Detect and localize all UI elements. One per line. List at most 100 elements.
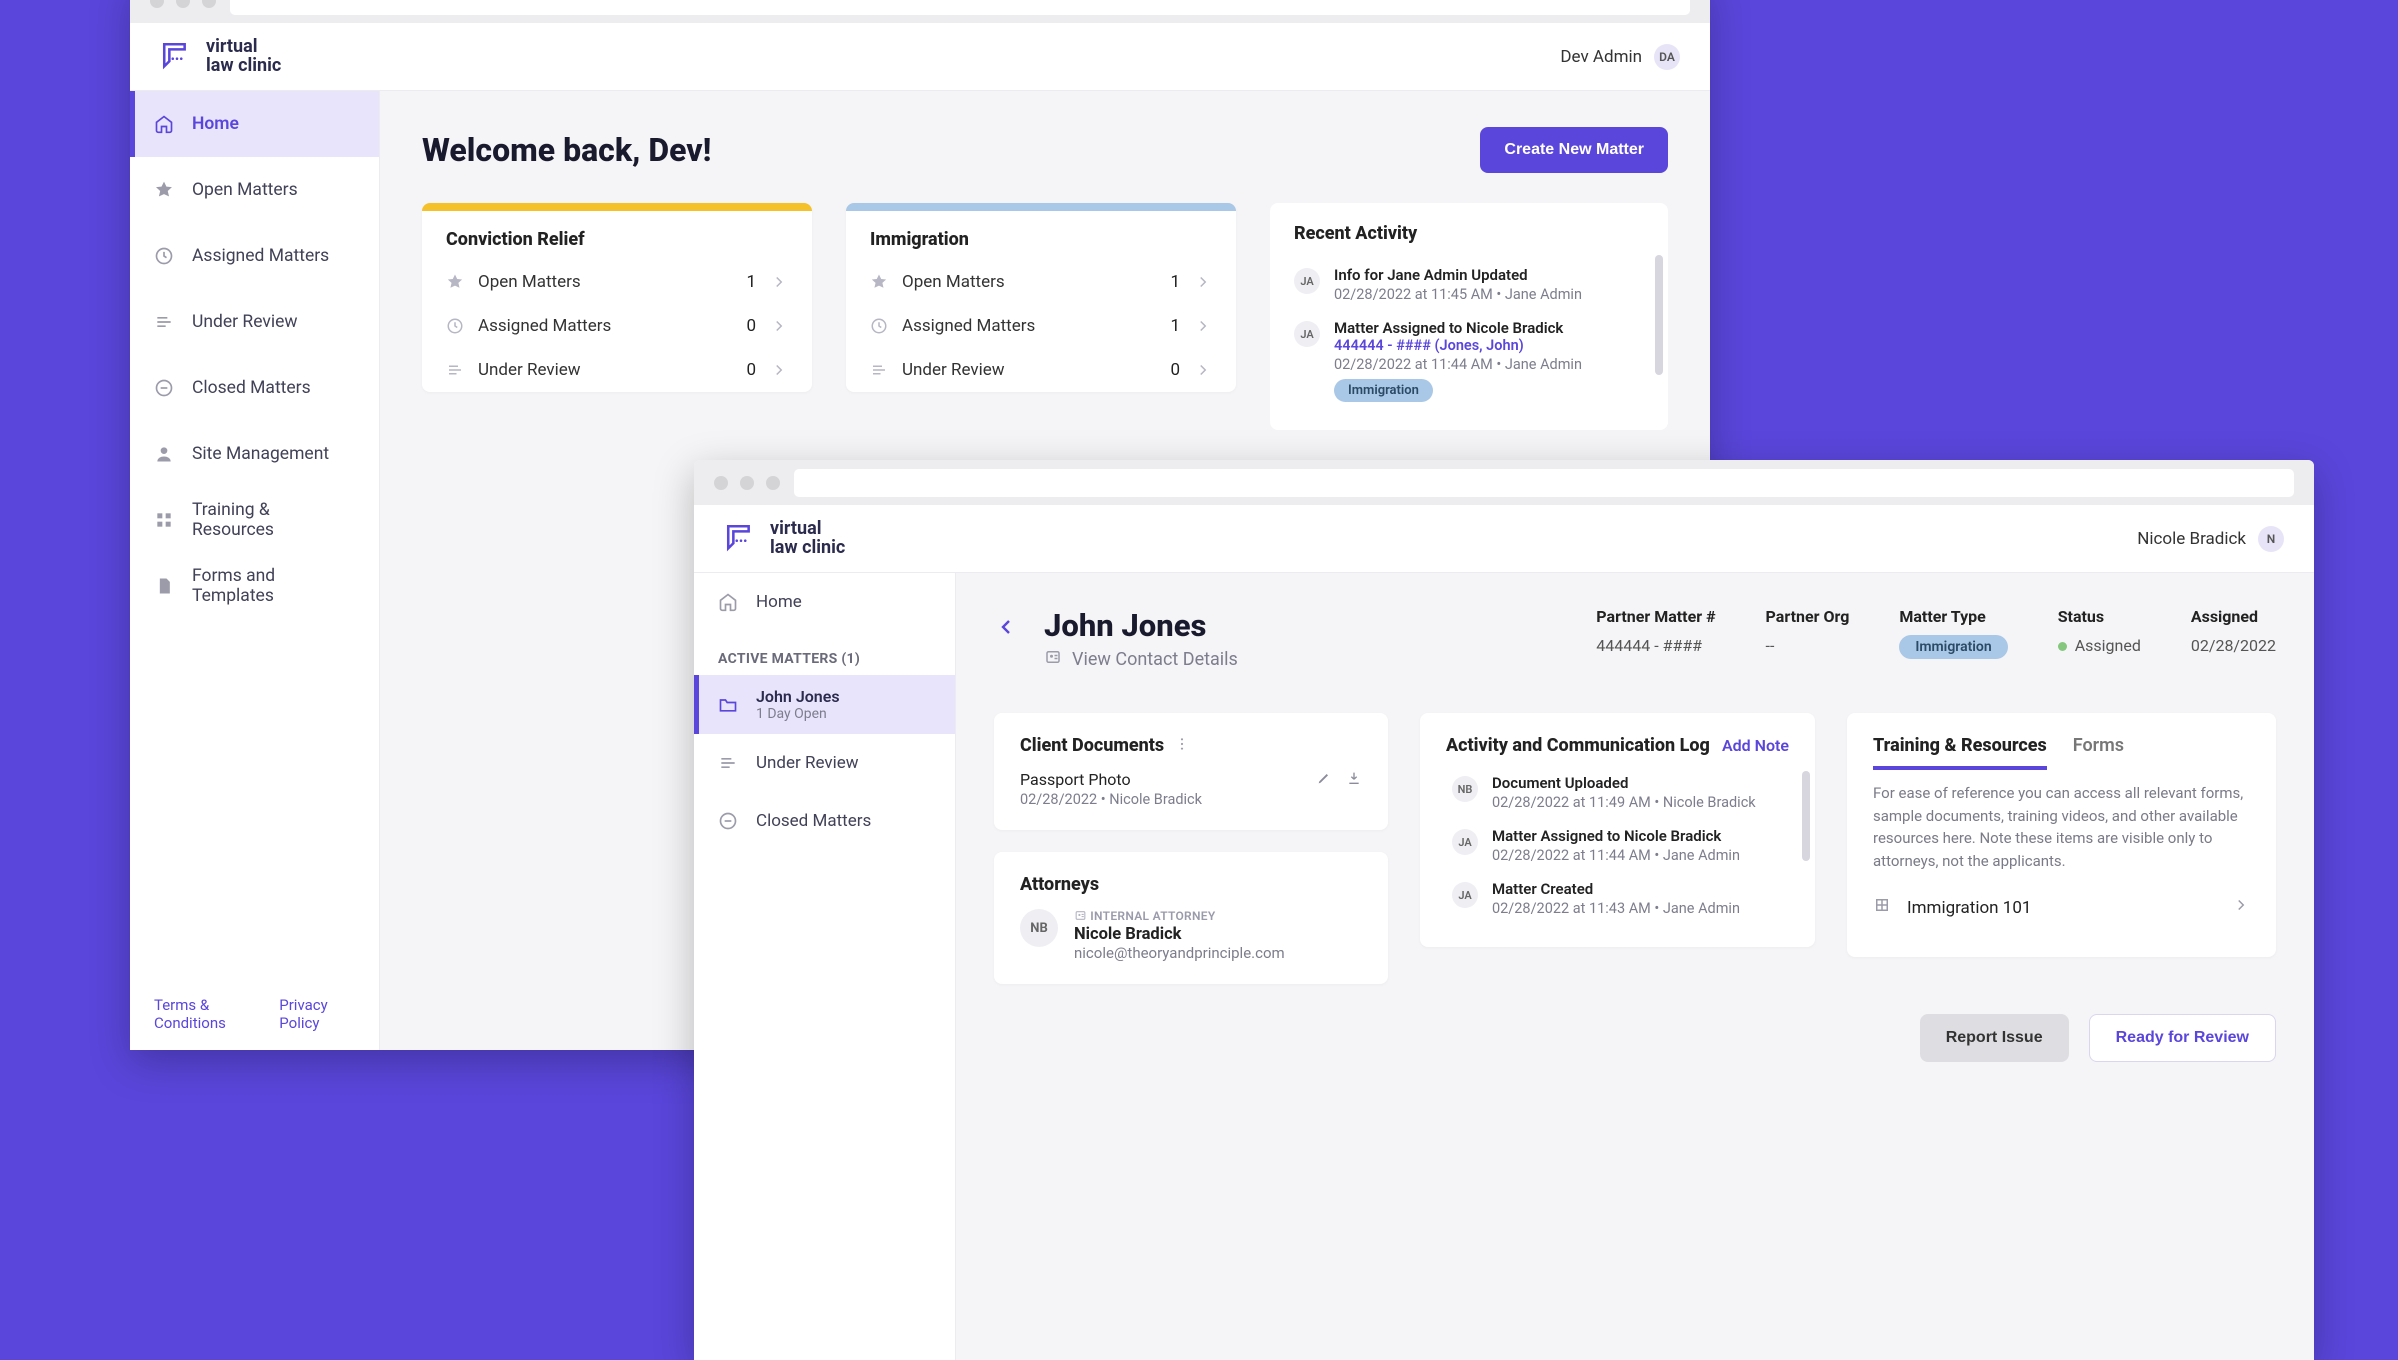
- matter-header: John Jones View Contact Details Partner …: [994, 607, 2276, 671]
- report-issue-button[interactable]: Report Issue: [1920, 1014, 2069, 1062]
- header-user[interactable]: Nicole Bradick N: [2137, 526, 2284, 552]
- terms-link[interactable]: Terms & Conditions: [154, 996, 261, 1032]
- matter-client-name: John Jones: [1044, 607, 1238, 644]
- home-icon: [154, 114, 174, 134]
- document-row[interactable]: Passport Photo 02/28/2022 • Nicole Bradi…: [1020, 770, 1362, 808]
- stat-count: 1: [1154, 316, 1180, 336]
- brand-logo[interactable]: virtuallaw clinic: [160, 38, 281, 76]
- card-stripe: [846, 203, 1236, 211]
- add-note-link[interactable]: Add Note: [1722, 736, 1789, 755]
- sidebar-item-closed-matters[interactable]: Closed Matters: [694, 792, 955, 850]
- activity-title: Matter Assigned to Nicole Bradick: [1492, 827, 1740, 845]
- activity-title: Matter Assigned to Nicole Bradick: [1334, 319, 1582, 337]
- more-icon[interactable]: [1174, 736, 1190, 756]
- edit-icon[interactable]: [1316, 770, 1332, 790]
- logo-text: virtuallaw clinic: [206, 38, 281, 76]
- stat-row[interactable]: Open Matters 1: [846, 260, 1236, 304]
- meta-label: Partner Org: [1766, 607, 1850, 626]
- sidebar-item-label: Forms and Templates: [192, 566, 355, 606]
- chevron-right-icon: [1194, 317, 1212, 335]
- contact-icon: [1044, 648, 1062, 671]
- status-dot-icon: [2058, 642, 2067, 651]
- tab-forms[interactable]: Forms: [2073, 735, 2124, 770]
- stat-row[interactable]: Open Matters 1: [422, 260, 812, 304]
- activity-item[interactable]: NB Document Uploaded 02/28/2022 at 11:49…: [1446, 766, 1789, 819]
- resources-panel: Training & Resources Forms For ease of r…: [1847, 713, 2276, 957]
- traffic-dot: [740, 476, 754, 490]
- header-user[interactable]: Dev Admin DA: [1560, 44, 1680, 70]
- meta-partner-org: Partner Org --: [1766, 607, 1850, 655]
- meta-partner-matter: Partner Matter # 444444 - ####: [1596, 607, 1715, 655]
- panel-title: Attorneys: [1020, 874, 1362, 895]
- activity-link[interactable]: 444444 - #### (Jones, John): [1334, 337, 1582, 354]
- chevron-right-icon: [2232, 896, 2250, 919]
- sidebar-item-label: Site Management: [192, 444, 329, 464]
- clock-icon: [446, 317, 464, 335]
- chevron-right-icon: [770, 273, 788, 291]
- sidebar-matter-item[interactable]: John Jones 1 Day Open: [694, 675, 955, 734]
- sidebar-item-home[interactable]: Home: [694, 573, 955, 631]
- recent-activity-title: Recent Activity: [1288, 223, 1650, 244]
- activity-title: Matter Created: [1492, 880, 1740, 898]
- address-bar[interactable]: [230, 0, 1690, 15]
- activity-meta: 02/28/2022 at 11:43 AM • Jane Admin: [1492, 900, 1740, 917]
- matter-type-pill: Immigration: [1899, 635, 2007, 659]
- sidebar-item-closed-matters[interactable]: Closed Matters: [130, 355, 379, 421]
- card-title: Immigration: [846, 211, 1236, 260]
- sidebar-item-under-review[interactable]: Under Review: [130, 289, 379, 355]
- document-meta: 02/28/2022 • Nicole Bradick: [1020, 791, 1362, 808]
- review-icon: [718, 753, 738, 773]
- activity-item[interactable]: JA Matter Assigned to Nicole Bradick 02/…: [1446, 819, 1789, 872]
- brand-logo[interactable]: virtuallaw clinic: [724, 520, 845, 558]
- sidebar-item-training[interactable]: Training & Resources: [130, 487, 379, 553]
- activity-item[interactable]: JA Matter Assigned to Nicole Bradick 444…: [1288, 311, 1650, 410]
- scrollbar-thumb[interactable]: [1802, 771, 1810, 861]
- sidebar-footer: Terms & Conditions Privacy Policy: [130, 978, 379, 1050]
- sidebar-item-forms[interactable]: Forms and Templates: [130, 553, 379, 619]
- activity-log-panel: Activity and Communication Log Add Note …: [1420, 713, 1815, 947]
- status-value: Assigned: [2075, 636, 2141, 655]
- stat-label: Assigned Matters: [478, 316, 716, 336]
- tab-training[interactable]: Training & Resources: [1873, 735, 2047, 770]
- download-icon[interactable]: [1346, 770, 1362, 790]
- document-title: Passport Photo: [1020, 770, 1362, 789]
- privacy-link[interactable]: Privacy Policy: [279, 996, 355, 1032]
- ready-for-review-button[interactable]: Ready for Review: [2089, 1014, 2276, 1062]
- document-icon: [154, 576, 174, 596]
- sidebar-item-home[interactable]: Home: [130, 91, 379, 157]
- activity-item[interactable]: JA Matter Created 02/28/2022 at 11:43 AM…: [1446, 872, 1789, 925]
- stat-row[interactable]: Assigned Matters 1: [846, 304, 1236, 348]
- create-matter-button[interactable]: Create New Matter: [1480, 127, 1668, 173]
- stat-row[interactable]: Under Review 0: [422, 348, 812, 392]
- meta-status: Status Assigned: [2058, 607, 2141, 655]
- stat-row[interactable]: Under Review 0: [846, 348, 1236, 392]
- star-icon: [154, 180, 174, 200]
- meta-label: Partner Matter #: [1596, 607, 1715, 626]
- attorney-row[interactable]: NB INTERNAL ATTORNEY Nicole Bradick nico…: [1020, 909, 1362, 962]
- sidebar-item-label: Closed Matters: [756, 811, 871, 831]
- logo-icon: [160, 40, 194, 74]
- sidebar-item-site-management[interactable]: Site Management: [130, 421, 379, 487]
- sidebar: Home Open Matters Assigned Matters Under…: [130, 91, 380, 1050]
- view-contact-link[interactable]: View Contact Details: [1044, 648, 1238, 671]
- avatar: DA: [1654, 44, 1680, 70]
- activity-meta: 02/28/2022 at 11:44 AM • Jane Admin: [1492, 847, 1740, 864]
- activity-item[interactable]: JA Info for Jane Admin Updated 02/28/202…: [1288, 258, 1650, 311]
- back-button[interactable]: [994, 615, 1018, 645]
- sidebar-item-open-matters[interactable]: Open Matters: [130, 157, 379, 223]
- resource-row[interactable]: Immigration 101: [1873, 880, 2250, 935]
- sidebar-item-label: Open Matters: [192, 180, 298, 200]
- stat-label: Under Review: [902, 360, 1140, 380]
- activity-title: Document Uploaded: [1492, 774, 1756, 792]
- sidebar-item-under-review[interactable]: Under Review: [694, 734, 955, 792]
- address-bar[interactable]: [794, 469, 2294, 497]
- panel-title: Client Documents: [1020, 735, 1164, 756]
- meta-label: Matter Type: [1899, 607, 2007, 626]
- clock-icon: [870, 317, 888, 335]
- stat-row[interactable]: Assigned Matters 0: [422, 304, 812, 348]
- home-icon: [718, 592, 738, 612]
- attorney-avatar: NB: [1020, 909, 1058, 947]
- sidebar-item-assigned-matters[interactable]: Assigned Matters: [130, 223, 379, 289]
- scrollbar-thumb[interactable]: [1655, 255, 1663, 375]
- tile-icon: [1873, 896, 1891, 919]
